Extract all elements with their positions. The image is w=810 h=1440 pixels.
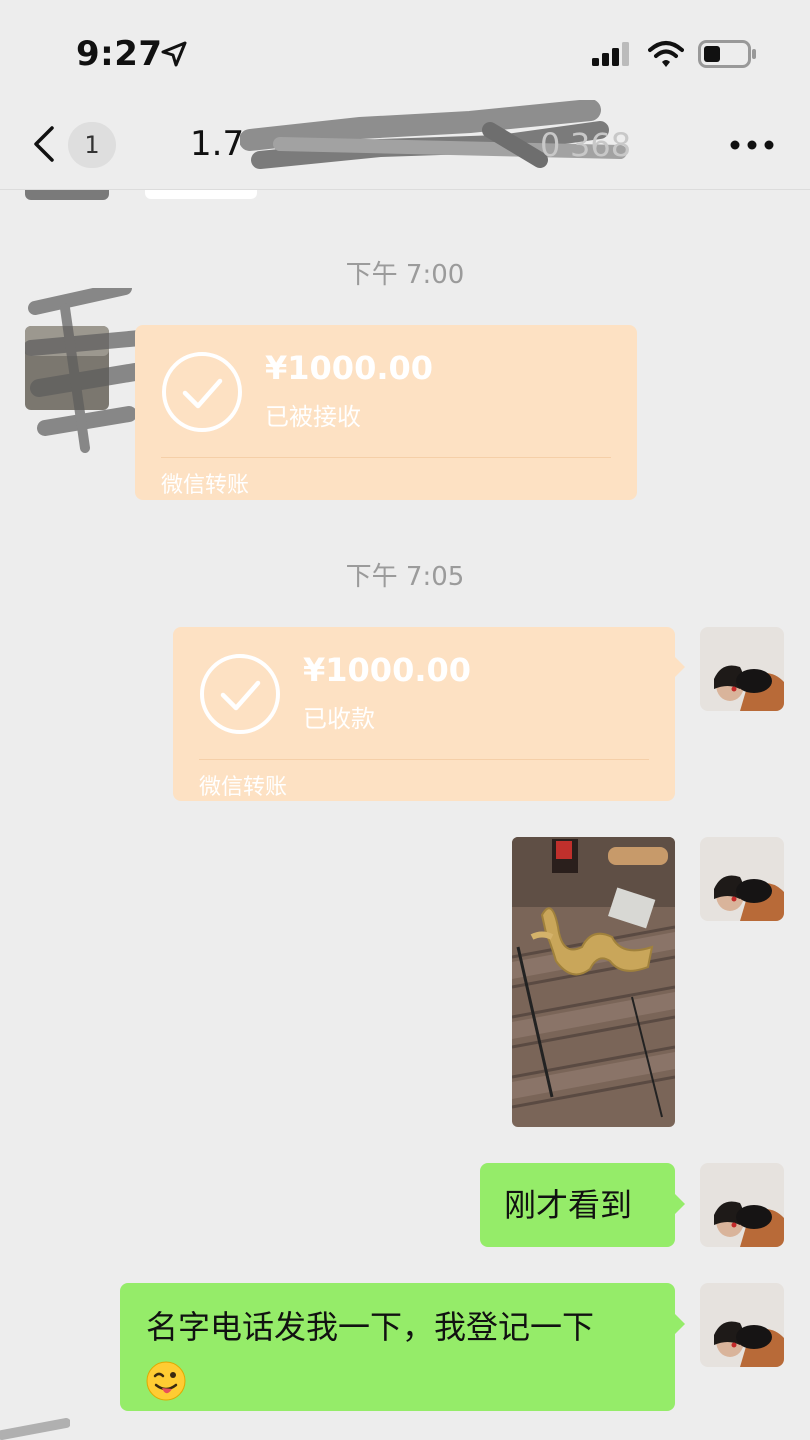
unread-count-badge[interactable]: 1 xyxy=(68,122,116,168)
status-time: 9:27 xyxy=(76,34,163,74)
outgoing-text-bubble[interactable]: 刚才看到 xyxy=(480,1163,675,1247)
shared-photo-message[interactable] xyxy=(512,837,675,1127)
message-text: 刚才看到 xyxy=(504,1186,633,1224)
transfer-amount: ¥1000.00 xyxy=(265,349,434,387)
cellular-signal-icon xyxy=(592,42,629,66)
previous-bubble-fragment xyxy=(145,190,257,199)
transfer-footer-label: 微信转账 xyxy=(161,473,250,498)
wifi-icon xyxy=(648,41,684,67)
transfer-divider xyxy=(161,457,611,458)
message-text: 名字电话发我一下，我登记一下 xyxy=(146,1308,595,1346)
check-circle-icon xyxy=(162,352,242,432)
my-avatar[interactable] xyxy=(700,1163,784,1247)
redaction-scribble xyxy=(0,1418,70,1440)
avatar-photo xyxy=(700,1163,784,1247)
my-avatar[interactable] xyxy=(700,627,784,711)
back-chevron-icon[interactable] xyxy=(30,124,60,164)
winking-face-with-tongue-icon xyxy=(146,1361,186,1401)
avatar-photo xyxy=(700,1283,784,1367)
contact-avatar-redacted[interactable] xyxy=(25,288,145,453)
my-avatar[interactable] xyxy=(700,837,784,921)
transfer-divider xyxy=(199,759,649,760)
avatar-photo xyxy=(700,627,784,711)
outgoing-transfer-card[interactable]: ¥1000.00 已收款 微信转账 xyxy=(173,627,675,801)
status-bar: 9:27 xyxy=(0,0,810,100)
photo-hair-clip-on-brush-roll xyxy=(512,837,675,1127)
avatar-photo xyxy=(700,837,784,921)
bubble-tail xyxy=(675,657,685,677)
incoming-transfer-card[interactable]: ¥1000.00 已被接收 微信转账 xyxy=(135,325,637,500)
chat-header: 1 1.7 0 368 xyxy=(0,100,810,190)
transfer-status: 已收款 xyxy=(303,705,375,733)
more-options-icon[interactable] xyxy=(730,140,774,150)
location-arrow-icon xyxy=(161,41,187,67)
bubble-tail xyxy=(675,1314,685,1334)
transfer-status: 已被接收 xyxy=(265,403,361,431)
message-timestamp: 下午 7:05 xyxy=(345,562,465,592)
bubble-tail xyxy=(675,1194,685,1214)
svg-text:0: 0 xyxy=(540,126,560,164)
check-circle-icon xyxy=(200,654,280,734)
message-timestamp: 下午 7:00 xyxy=(345,260,465,290)
transfer-amount: ¥1000.00 xyxy=(303,651,472,689)
svg-text:368: 368 xyxy=(570,126,631,164)
battery-icon xyxy=(698,40,756,68)
previous-avatar-fragment xyxy=(25,190,109,200)
transfer-footer-label: 微信转账 xyxy=(199,775,288,800)
chat-title: 1.7 xyxy=(190,124,245,164)
outgoing-text-bubble[interactable]: 名字电话发我一下，我登记一下 xyxy=(120,1283,675,1411)
redaction-scribble: 0 368 xyxy=(240,100,631,169)
my-avatar[interactable] xyxy=(700,1283,784,1367)
